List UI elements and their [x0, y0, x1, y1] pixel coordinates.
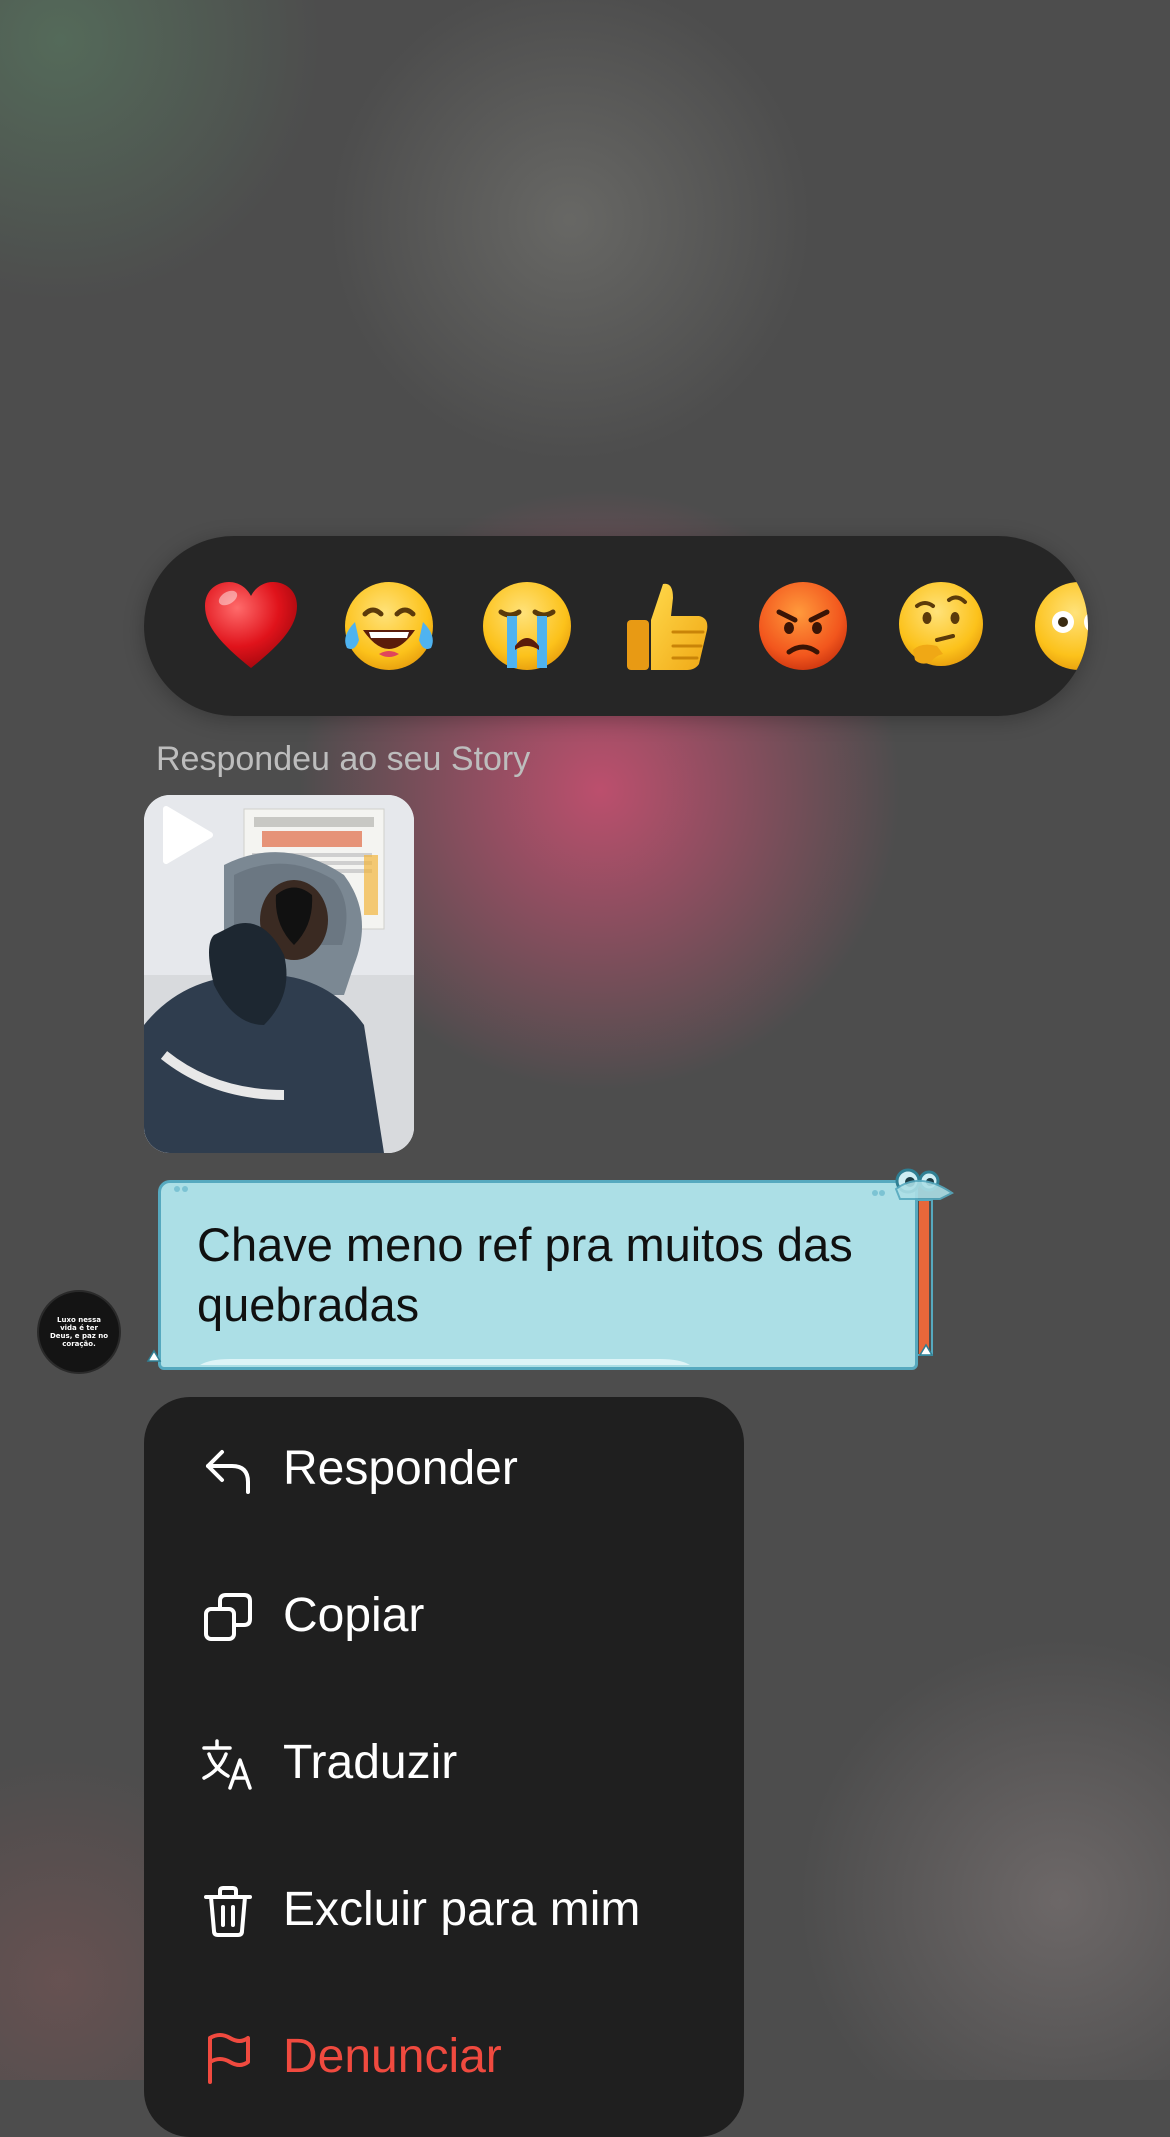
translate-icon: [200, 1736, 256, 1792]
thinking-reaction[interactable]: [891, 576, 991, 676]
menu-item-report[interactable]: Denunciar: [144, 1985, 744, 2132]
message-bubble[interactable]: Chave meno ref pra muitos das quebradas: [158, 1180, 918, 1370]
flushed-reaction[interactable]: [1029, 576, 1088, 676]
story-reply-label: Respondeu ao seu Story: [156, 740, 531, 778]
thumbs-up-icon: [627, 583, 708, 670]
message-text: Chave meno ref pra muitos das quebradas: [197, 1218, 853, 1331]
menu-item-delete-for-me[interactable]: Excluir para mim: [144, 1838, 744, 1985]
menu-item-translate[interactable]: Traduzir: [144, 1691, 744, 1838]
menu-item-copy[interactable]: Copiar: [144, 1544, 744, 1691]
menu-item-label: Copiar: [283, 1589, 425, 1642]
flushed-face-icon: [1035, 582, 1088, 670]
context-menu: Responder Copiar Traduzir Excluir para m…: [144, 1397, 744, 2137]
story-thumbnail[interactable]: [144, 795, 414, 1153]
copy-icon: [200, 1589, 256, 1645]
play-icon[interactable]: [144, 795, 224, 875]
crying-face-icon: [483, 582, 571, 670]
trash-icon: [200, 1883, 256, 1939]
angry-face-icon: [759, 582, 847, 670]
crying-reaction[interactable]: [477, 576, 577, 676]
tears-of-joy-reaction[interactable]: [339, 576, 439, 676]
thinking-face-icon: [899, 582, 983, 666]
menu-item-label: Excluir para mim: [283, 1883, 641, 1936]
menu-item-label: Traduzir: [283, 1736, 458, 1789]
menu-item-reply[interactable]: Responder: [144, 1397, 744, 1544]
heart-icon: [205, 582, 297, 668]
laughing-face-icon: [345, 582, 433, 670]
menu-item-label: Responder: [283, 1442, 518, 1495]
reaction-bar: [144, 536, 1088, 716]
angry-reaction[interactable]: [753, 576, 853, 676]
thumbs-up-reaction[interactable]: [615, 576, 715, 676]
reply-icon: [200, 1442, 256, 1498]
avatar-caption: Luxo nessa vida é ter Deus, e paz no cor…: [49, 1316, 109, 1348]
heart-reaction[interactable]: [201, 576, 301, 676]
flag-icon: [200, 2030, 256, 2086]
menu-item-label: Denunciar: [283, 2030, 502, 2083]
avatar[interactable]: Luxo nessa vida é ter Deus, e paz no cor…: [37, 1290, 121, 1374]
